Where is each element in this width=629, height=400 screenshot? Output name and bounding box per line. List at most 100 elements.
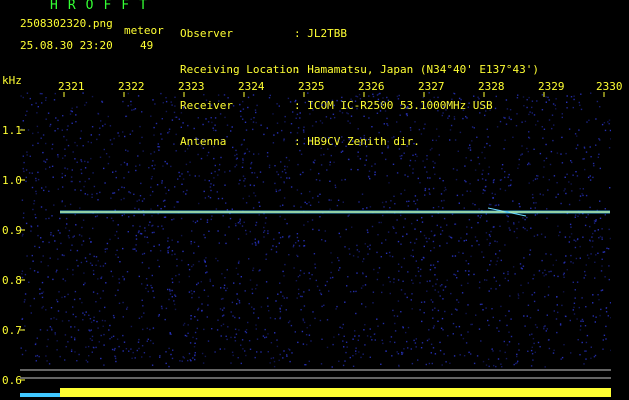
noise-pixel [349, 122, 351, 124]
noise-pixel [592, 176, 594, 179]
noise-pixel [412, 282, 414, 284]
noise-pixel [598, 237, 600, 239]
noise-pixel [200, 218, 202, 220]
noise-pixel [205, 99, 208, 101]
noise-pixel [505, 99, 508, 101]
noise-pixel [194, 175, 196, 177]
noise-pixel [74, 290, 77, 293]
noise-pixel [187, 332, 189, 334]
noise-pixel [340, 151, 343, 153]
noise-pixel [104, 123, 106, 125]
noise-pixel [563, 276, 565, 278]
noise-pixel [85, 101, 88, 104]
noise-pixel [274, 182, 276, 185]
noise-pixel [431, 362, 433, 365]
noise-pixel [431, 215, 433, 217]
noise-pixel [114, 234, 116, 236]
noise-pixel [169, 332, 171, 334]
noise-pixel [599, 139, 601, 141]
noise-pixel [533, 300, 536, 303]
noise-pixel [595, 144, 597, 146]
noise-pixel [281, 129, 283, 132]
noise-pixel [35, 180, 37, 182]
noise-pixel [579, 245, 581, 248]
noise-pixel [495, 263, 497, 266]
noise-pixel [350, 98, 352, 100]
noise-pixel [255, 224, 257, 226]
noise-pixel [414, 342, 417, 344]
noise-pixel [292, 111, 294, 113]
noise-pixel [91, 339, 93, 341]
noise-pixel [98, 134, 101, 136]
noise-pixel [26, 110, 28, 112]
noise-pixel [195, 137, 197, 139]
noise-pixel [311, 101, 313, 103]
noise-pixel [330, 154, 332, 157]
noise-pixel [131, 109, 133, 111]
noise-pixel [524, 120, 527, 123]
noise-pixel [65, 139, 68, 141]
noise-pixel [425, 237, 427, 239]
noise-pixel [562, 274, 565, 276]
noise-pixel [234, 316, 236, 319]
noise-pixel [137, 341, 140, 343]
noise-pixel [352, 338, 354, 340]
noise-pixel [100, 334, 102, 337]
noise-pixel [420, 301, 423, 303]
noise-pixel [365, 139, 367, 141]
noise-pixel [402, 280, 404, 282]
noise-pixel [580, 93, 582, 95]
noise-pixel [437, 96, 439, 99]
noise-pixel [533, 342, 535, 345]
noise-pixel [490, 287, 492, 290]
noise-pixel [182, 122, 184, 124]
noise-pixel [536, 234, 539, 236]
noise-pixel [428, 237, 430, 240]
noise-pixel [59, 217, 61, 220]
noise-pixel [51, 215, 53, 217]
noise-pixel [143, 252, 146, 255]
noise-pixel [454, 274, 457, 276]
noise-pixel [221, 309, 224, 311]
noise-pixel [495, 253, 497, 255]
noise-pixel [160, 92, 162, 95]
noise-pixel [217, 230, 219, 232]
noise-pixel [63, 135, 65, 138]
noise-pixel [440, 327, 443, 329]
noise-pixel [57, 229, 60, 232]
noise-pixel [578, 101, 580, 104]
noise-pixel [510, 335, 513, 338]
noise-pixel [61, 320, 64, 322]
noise-pixel [553, 124, 555, 126]
noise-pixel [369, 178, 371, 180]
noise-pixel [493, 179, 495, 181]
noise-pixel [387, 145, 389, 147]
noise-pixel [110, 270, 112, 273]
noise-pixel [223, 287, 225, 289]
noise-pixel [338, 360, 340, 362]
noise-pixel [608, 119, 611, 121]
noise-pixel [171, 254, 173, 256]
noise-pixel [457, 270, 459, 272]
noise-pixel [537, 120, 539, 122]
noise-pixel [307, 221, 309, 223]
noise-pixel [416, 219, 418, 221]
noise-pixel [123, 278, 125, 280]
noise-pixel [564, 188, 566, 190]
noise-pixel [500, 259, 502, 262]
noise-pixel [488, 234, 491, 236]
noise-pixel [408, 200, 410, 202]
noise-pixel [578, 129, 580, 131]
noise-pixel [274, 332, 276, 334]
noise-pixel [601, 289, 604, 291]
noise-pixel [485, 179, 487, 181]
noise-pixel [560, 202, 562, 205]
noise-pixel [152, 342, 154, 345]
noise-pixel [228, 226, 230, 228]
noise-pixel [461, 292, 464, 294]
noise-pixel [344, 178, 346, 181]
noise-pixel [72, 313, 74, 316]
noise-pixel [603, 122, 606, 124]
noise-pixel [439, 295, 441, 297]
noise-pixel [580, 325, 582, 327]
